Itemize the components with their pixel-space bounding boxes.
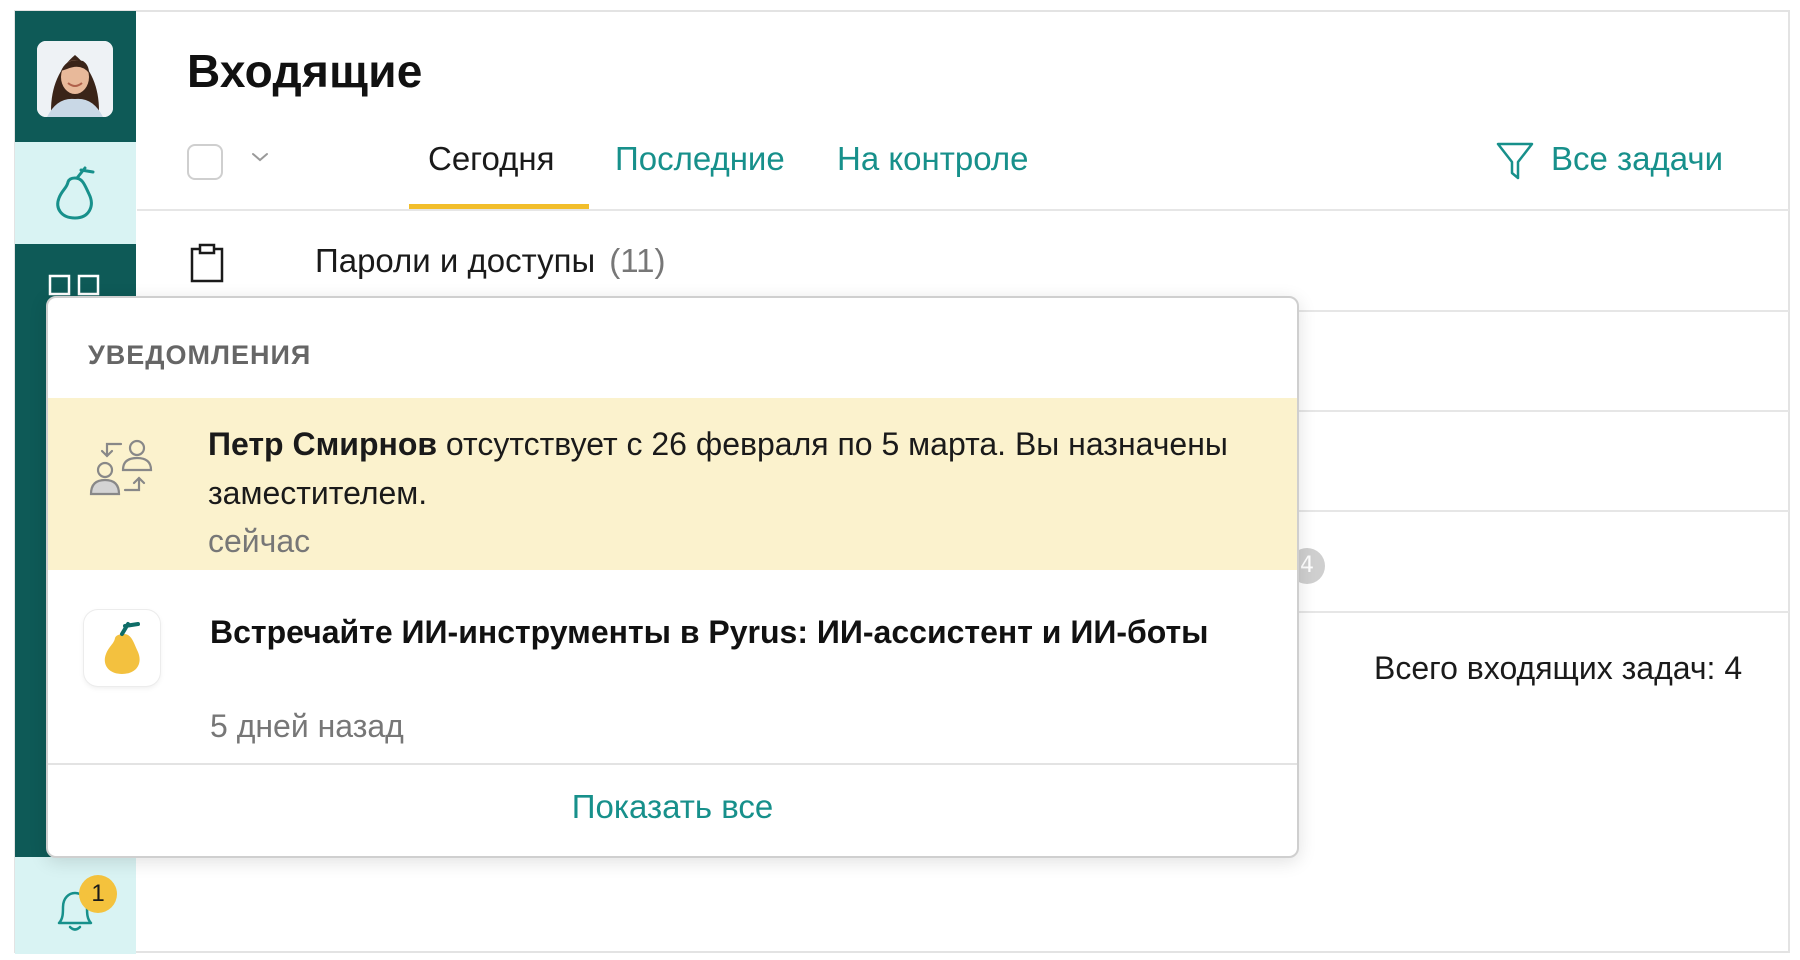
list-item-count: (11) <box>609 242 666 279</box>
header-divider <box>137 209 1789 211</box>
notifications-header: УВЕДОМЛЕНИЯ <box>88 340 312 370</box>
notification-time: 5 дней назад <box>210 708 404 744</box>
substitute-users-icon <box>89 439 153 496</box>
sidebar-item-notifications[interactable]: 1 <box>15 857 136 954</box>
notification-title: Встречайте ИИ-инструменты в Pyrus: ИИ-ас… <box>210 614 1209 650</box>
page-title: Входящие <box>187 45 423 97</box>
notification-item[interactable]: Встречайте ИИ-инструменты в Pyrus: ИИ-ас… <box>48 570 1297 760</box>
popup-divider <box>48 763 1297 765</box>
avatar[interactable] <box>37 41 113 117</box>
grid-icon <box>48 274 100 296</box>
show-all-link[interactable]: Показать все <box>48 788 1297 826</box>
tab-today[interactable]: Сегодня <box>428 140 554 178</box>
pyrus-pear-icon <box>84 610 160 686</box>
notification-time: сейчас <box>208 523 311 559</box>
list-item-title: Пароли и доступы <box>315 242 596 279</box>
tab-monitoring[interactable]: На контроле <box>837 140 1028 178</box>
total-inbox-count: Всего входящих задач: 4 <box>1374 650 1743 686</box>
notification-count-badge: 1 <box>79 875 117 913</box>
notification-author: Петр Смирнов <box>208 426 438 462</box>
tab-recent[interactable]: Последние <box>615 140 785 178</box>
pear-logo-icon <box>56 166 95 220</box>
filter-all-tasks[interactable]: Все задачи <box>1551 140 1723 178</box>
notifications-popup: УВЕДОМЛЕНИЯ Петр Смирнов отсутствует с 2… <box>46 296 1299 858</box>
chevron-down-icon[interactable] <box>250 150 270 164</box>
notification-text: Петр Смирнов отсутствует с 26 февраля по… <box>208 420 1248 518</box>
notification-item[interactable]: Петр Смирнов отсутствует с 26 февраля по… <box>48 398 1297 570</box>
sidebar-item-tasks[interactable] <box>15 142 136 244</box>
filter-icon[interactable] <box>1495 140 1535 184</box>
select-all-checkbox[interactable] <box>187 144 223 180</box>
list-item[interactable]: Пароли и доступы (11) <box>315 242 665 280</box>
clipboard-icon <box>190 243 224 283</box>
